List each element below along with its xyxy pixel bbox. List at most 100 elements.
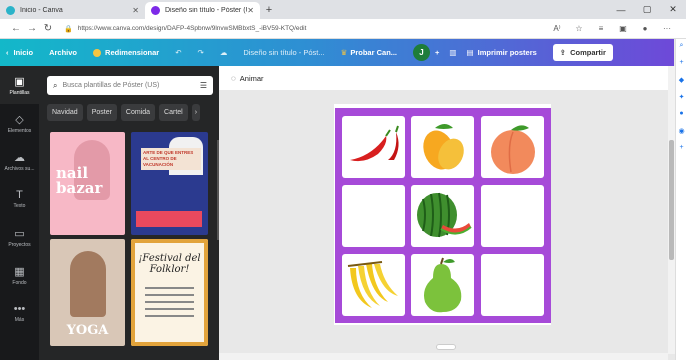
rail-label: Plantillas bbox=[9, 89, 30, 96]
browser-sidebar: ⌕ + ◆ ✦ ● ◉ + bbox=[675, 39, 686, 360]
resize-button[interactable]: Redimensionar bbox=[93, 48, 159, 57]
close-window-button[interactable]: ✕ bbox=[660, 4, 686, 15]
cell-watermelon[interactable] bbox=[411, 185, 474, 247]
favorite-icon[interactable]: ☆ bbox=[568, 24, 590, 33]
cell-peach[interactable] bbox=[481, 116, 544, 178]
try-pro-button[interactable]: ♛ Probar Can... bbox=[341, 48, 397, 57]
forward-icon[interactable]: → bbox=[24, 23, 40, 34]
design-title[interactable]: Diseño sin título - Póst... bbox=[243, 48, 324, 57]
template-search-input[interactable]: ⌕ Busca plantillas de Póster (US) ☰ bbox=[47, 76, 213, 95]
undo-icon[interactable]: ↶ bbox=[175, 48, 181, 57]
crown-icon: ♛ bbox=[340, 48, 348, 57]
cell-chili[interactable] bbox=[342, 116, 405, 178]
chip-poster[interactable]: Poster bbox=[86, 104, 117, 121]
canva-toolbar: ‹ Inicio Archivo Redimensionar ↶ ↷ ☁ Dis… bbox=[0, 39, 674, 66]
cell-empty[interactable] bbox=[481, 254, 544, 316]
collections-icon[interactable]: ▣ bbox=[612, 24, 634, 33]
cell-empty[interactable] bbox=[342, 185, 405, 247]
rail-item-more[interactable]: ••• Más bbox=[0, 294, 39, 332]
template-thumbnail[interactable]: nail bazar bbox=[50, 132, 125, 235]
home-button[interactable]: ‹ Inicio bbox=[6, 48, 33, 57]
category-chips: Navidad Poster Comida Cartel › bbox=[47, 104, 213, 121]
outlook-icon[interactable]: ◉ bbox=[676, 127, 686, 141]
canva-favicon-icon bbox=[6, 6, 15, 15]
rail-item-projects[interactable]: ▭ Proyectos bbox=[0, 218, 39, 256]
print-label: Imprimir posters bbox=[477, 48, 537, 57]
rail-item-uploads[interactable]: ☁ Archivos su... bbox=[0, 142, 39, 180]
office-icon[interactable]: ● bbox=[676, 110, 686, 124]
peach-icon bbox=[491, 125, 535, 174]
rail-label: Archivos su... bbox=[4, 165, 35, 172]
add-collaborator-icon[interactable]: + bbox=[435, 48, 439, 57]
favorites-list-icon[interactable]: ≡ bbox=[590, 24, 612, 33]
editor-area: ◌ Animar bbox=[219, 66, 668, 360]
template-thumbnail[interactable]: YOGA bbox=[50, 239, 125, 346]
shopping-icon[interactable]: ◆ bbox=[676, 76, 686, 90]
crown-icon bbox=[93, 48, 102, 57]
search-placeholder: Busca plantillas de Póster (US) bbox=[62, 82, 160, 89]
reload-icon[interactable]: ↻ bbox=[40, 23, 56, 34]
browser-tab-home[interactable]: Inicio - Canva ✕ bbox=[0, 2, 145, 19]
rail-item-elements[interactable]: ◇ Elementos bbox=[0, 104, 39, 142]
text-icon: T bbox=[16, 189, 23, 201]
cloud-save-icon: ☁ bbox=[219, 48, 228, 57]
animate-button[interactable]: Animar bbox=[240, 74, 264, 83]
add-icon[interactable]: + bbox=[676, 144, 686, 158]
template-text: ARTE DE QUE ENTRES AL CENTRO DE VACUNACI… bbox=[141, 148, 201, 170]
chip-comida[interactable]: Comida bbox=[120, 104, 156, 121]
add-icon[interactable]: + bbox=[676, 59, 686, 73]
fruit-board[interactable] bbox=[335, 108, 551, 323]
cell-empty[interactable] bbox=[481, 185, 544, 247]
try-pro-label: Probar Can... bbox=[350, 48, 398, 57]
template-text: YOGA bbox=[66, 323, 109, 338]
read-aloud-icon[interactable]: A⁾ bbox=[546, 24, 568, 33]
mango-icon bbox=[423, 124, 464, 170]
cell-banana[interactable] bbox=[342, 254, 405, 316]
chevron-right-icon[interactable]: › bbox=[191, 104, 201, 121]
template-thumbnail[interactable]: ARTE DE QUE ENTRES AL CENTRO DE VACUNACI… bbox=[131, 132, 208, 235]
filter-icon[interactable]: ☰ bbox=[200, 81, 207, 90]
profile-icon[interactable]: ● bbox=[634, 24, 656, 33]
browser-tools: A⁾ ☆ ≡ ▣ ● ··· bbox=[546, 24, 678, 33]
chip-cartel[interactable]: Cartel bbox=[159, 104, 188, 121]
horizontal-scrollbar[interactable] bbox=[219, 353, 668, 360]
minimize-button[interactable]: — bbox=[608, 5, 634, 15]
maximize-button[interactable]: ▢ bbox=[634, 4, 660, 15]
lock-icon: 🔒 bbox=[64, 25, 73, 33]
close-tab-icon[interactable]: ✕ bbox=[132, 6, 139, 15]
print-button[interactable]: ▤ Imprimir posters bbox=[467, 48, 537, 57]
rail-item-background[interactable]: ▦ Fondo bbox=[0, 256, 39, 294]
back-icon[interactable]: ← bbox=[8, 23, 24, 34]
search-icon[interactable]: ⌕ bbox=[676, 42, 686, 56]
rail-item-text[interactable]: T Texto bbox=[0, 180, 39, 218]
file-menu[interactable]: Archivo bbox=[49, 48, 77, 57]
rail-label: Texto bbox=[13, 203, 26, 209]
template-thumbnail[interactable]: ¡Festival del Folklor! bbox=[131, 239, 208, 346]
share-button[interactable]: ⇪ Compartir bbox=[552, 44, 613, 61]
rail-item-templates[interactable]: ▣ Plantillas bbox=[0, 66, 39, 104]
scrollbar-thumb[interactable] bbox=[669, 140, 674, 260]
template-text: ¡Festival del Folklor! bbox=[138, 253, 201, 275]
rail-label: Fondo bbox=[12, 279, 27, 286]
template-band bbox=[136, 211, 202, 227]
cell-mango[interactable] bbox=[411, 116, 474, 178]
tools-icon[interactable]: ✦ bbox=[676, 93, 686, 107]
canva-favicon-icon bbox=[151, 6, 160, 15]
chip-navidad[interactable]: Navidad bbox=[47, 104, 83, 121]
background-icon: ▦ bbox=[14, 265, 25, 278]
new-tab-button[interactable]: + bbox=[260, 2, 278, 19]
resize-label: Redimensionar bbox=[105, 48, 160, 57]
more-icon[interactable]: ··· bbox=[656, 24, 678, 33]
browser-tab-design[interactable]: Diseño sin título - Póster (US) ✕ bbox=[145, 2, 260, 19]
close-tab-icon[interactable]: ✕ bbox=[247, 6, 254, 15]
print-icon: ▤ bbox=[466, 48, 474, 57]
redo-icon[interactable]: ↷ bbox=[198, 48, 204, 57]
url-field[interactable]: 🔒 https://www.canva.com/design/DAFP-4Spb… bbox=[64, 21, 538, 36]
share-label: Compartir bbox=[570, 48, 606, 57]
rail-label: Elementos bbox=[7, 127, 32, 134]
pages-handle[interactable] bbox=[436, 344, 456, 350]
avatar[interactable]: J bbox=[413, 44, 431, 61]
cell-pear[interactable] bbox=[411, 254, 474, 316]
stats-icon[interactable]: ▥ bbox=[449, 48, 456, 57]
editor-scrollbar[interactable] bbox=[668, 66, 675, 354]
